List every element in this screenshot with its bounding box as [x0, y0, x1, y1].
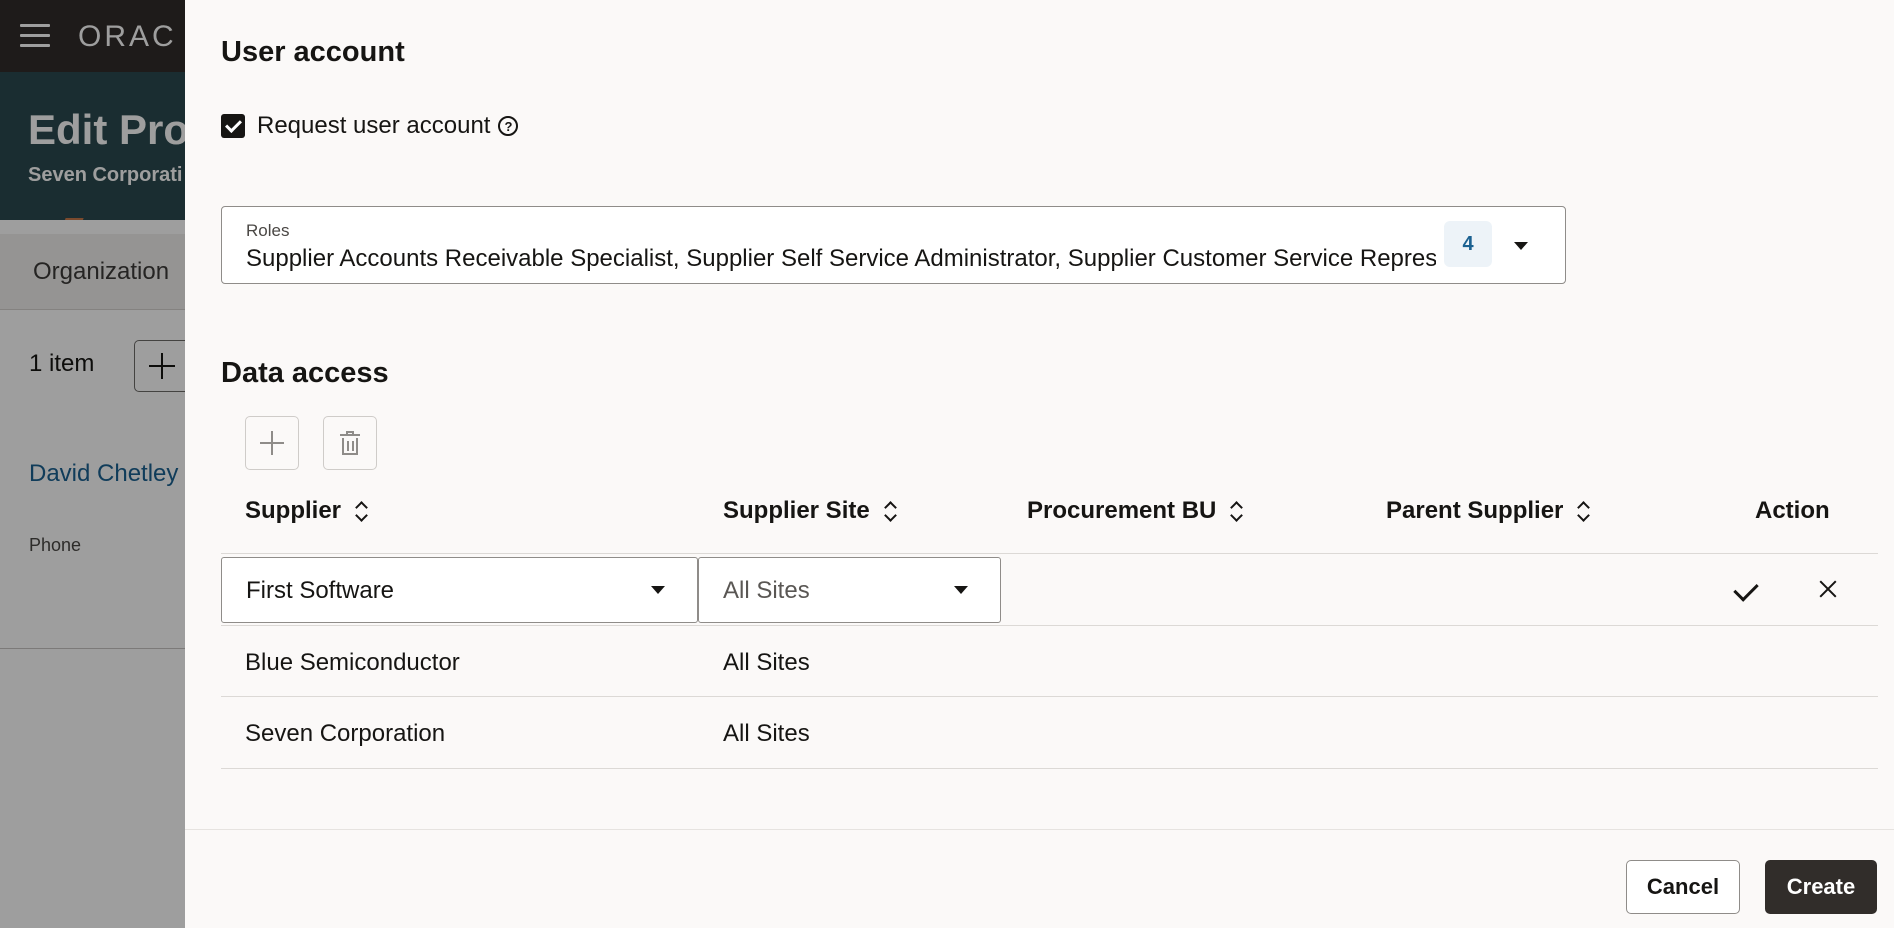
table-row-supplier-site[interactable]: All Sites — [723, 649, 810, 677]
delete-row-button[interactable] — [323, 416, 377, 470]
sort-icon[interactable] — [355, 500, 367, 522]
help-icon[interactable]: ? — [498, 116, 519, 136]
column-header-procurement-bu[interactable]: Procurement BU — [1027, 497, 1242, 525]
request-user-account-label[interactable]: Request user account — [257, 112, 490, 140]
table-divider — [221, 553, 1878, 554]
create-button[interactable]: Create — [1765, 860, 1877, 914]
user-account-heading: User account — [221, 36, 405, 68]
supplier-site-select[interactable]: All Sites — [698, 557, 1001, 623]
create-user-drawer: User account Request user account ? Role… — [185, 0, 1894, 928]
roles-select[interactable]: Roles Supplier Accounts Receivable Speci… — [221, 206, 1566, 284]
column-header-supplier[interactable]: Supplier — [245, 497, 367, 525]
table-row-supplier-site[interactable]: All Sites — [723, 720, 810, 748]
sort-icon[interactable] — [1577, 500, 1589, 522]
column-header-action: Action — [1755, 497, 1830, 524]
cancel-button[interactable]: Cancel — [1626, 860, 1740, 914]
data-access-heading: Data access — [221, 357, 389, 389]
roles-count-badge[interactable]: 4 — [1444, 221, 1492, 267]
table-row-supplier[interactable]: Seven Corporation — [245, 720, 445, 748]
cancel-row-close-icon[interactable] — [1817, 578, 1839, 600]
roles-value: Supplier Accounts Receivable Specialist,… — [246, 245, 1436, 272]
chevron-down-icon[interactable] — [1514, 242, 1528, 250]
chevron-down-icon[interactable] — [954, 586, 968, 594]
supplier-select[interactable]: First Software — [221, 557, 698, 623]
roles-label: Roles — [246, 221, 290, 240]
request-user-account-checkbox[interactable] — [221, 114, 245, 138]
footer-divider — [185, 829, 1894, 830]
table-divider — [221, 696, 1878, 697]
table-row-supplier[interactable]: Blue Semiconductor — [245, 649, 460, 677]
table-divider — [221, 768, 1878, 769]
sort-icon[interactable] — [884, 500, 896, 522]
trash-icon — [340, 431, 360, 455]
chevron-down-icon[interactable] — [651, 586, 665, 594]
column-header-parent-supplier[interactable]: Parent Supplier — [1386, 497, 1589, 525]
table-divider — [221, 625, 1878, 626]
save-row-check-icon[interactable] — [1733, 576, 1759, 602]
request-user-account-row: Request user account ? — [221, 112, 519, 140]
add-row-button[interactable] — [245, 416, 299, 470]
sort-icon[interactable] — [1230, 500, 1242, 522]
column-header-supplier-site[interactable]: Supplier Site — [723, 497, 896, 525]
